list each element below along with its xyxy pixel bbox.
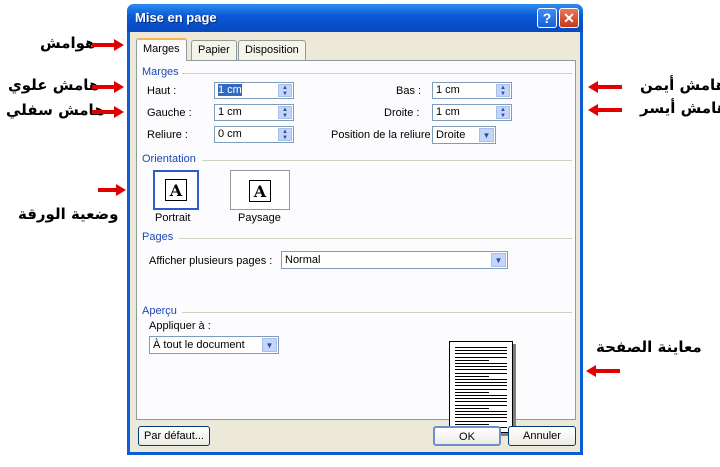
left-margin-spinner[interactable]: 1 cm ▲ ▼ [214, 104, 294, 121]
arrow-icon [92, 81, 124, 93]
annotation-right-margin: هامش أيمن [640, 76, 720, 94]
portrait-page-icon: A [165, 179, 187, 201]
annotation-left-margin: هامش أيسر [640, 99, 720, 117]
page-preview-thumbnail [449, 341, 513, 433]
preview-text-line [455, 417, 507, 419]
preview-text-line [455, 382, 507, 384]
tab-paper[interactable]: Papier [191, 40, 237, 60]
preview-text-line [455, 391, 489, 393]
portrait-label[interactable]: Portrait [155, 212, 190, 224]
annotation-margins: هوامش [40, 34, 96, 52]
preview-text-line [455, 353, 507, 355]
arrow-icon [92, 39, 124, 51]
preview-text-line [455, 398, 507, 400]
landscape-option[interactable]: A [230, 170, 290, 210]
gutter-position-value: Droite [436, 129, 466, 141]
tab-margins[interactable]: Marges [136, 38, 187, 61]
right-margin-spinner[interactable]: 1 cm ▲ ▼ [432, 104, 512, 121]
preview-text-line [455, 401, 507, 403]
chevron-down-icon[interactable]: ▼ [491, 253, 506, 267]
annotation-bottom-margin: هامش سفلي [6, 101, 105, 119]
left-margin-value: 1 cm [218, 106, 242, 118]
preview-text-line [455, 372, 507, 374]
right-margin-label: Droite : [384, 107, 420, 119]
preview-text-line [455, 420, 507, 422]
preview-text-line [455, 379, 507, 380]
preview-text-line [455, 423, 489, 425]
gutter-label: Reliure : [147, 129, 188, 141]
preview-text-line [455, 359, 489, 361]
portrait-option[interactable]: A [153, 170, 199, 210]
preview-text-line [455, 363, 507, 364]
top-margin-spinner[interactable]: 1 cm ▲ ▼ [214, 82, 294, 99]
bottom-margin-value: 1 cm [436, 84, 460, 96]
right-margin-value: 1 cm [436, 106, 460, 118]
landscape-label[interactable]: Paysage [238, 212, 281, 224]
annotation-orientation: وضعية الورقة [18, 205, 119, 223]
help-button[interactable]: ? [537, 8, 557, 28]
preview-text-line [455, 407, 489, 409]
spinner-arrows-icon[interactable]: ▲ ▼ [278, 128, 292, 141]
tab-layout[interactable]: Disposition [238, 40, 306, 60]
preview-text-line [455, 411, 507, 412]
arrow-icon [588, 104, 622, 116]
annotation-preview: معاينة الصفحة [596, 338, 702, 356]
annotation-top-margin: هامش علوي [8, 76, 100, 94]
section-orientation: Orientation [142, 153, 196, 165]
preview-text-line [455, 369, 507, 371]
cancel-button[interactable]: Annuler [508, 426, 576, 446]
arrow-icon [588, 81, 622, 93]
arrow-icon [98, 184, 126, 196]
bottom-margin-label: Bas : [396, 85, 422, 97]
section-margins: Marges [142, 66, 179, 78]
preview-text-line [455, 366, 507, 368]
preview-text-line [455, 347, 507, 348]
section-divider [202, 160, 572, 161]
chevron-down-icon[interactable]: ▼ [479, 128, 494, 142]
close-button[interactable]: ✕ [559, 8, 579, 28]
preview-text-line [455, 388, 507, 390]
preview-text-line [455, 414, 507, 416]
preview-text-line [455, 395, 507, 396]
multiple-pages-value: Normal [285, 254, 321, 266]
preview-text-line [455, 375, 489, 377]
landscape-page-icon: A [249, 180, 271, 202]
apply-to-value: À tout le document [153, 339, 245, 351]
section-divider [179, 238, 572, 239]
top-margin-value: 1 cm [218, 84, 242, 96]
apply-to-select[interactable]: À tout le document ▼ [149, 336, 279, 354]
title-bar[interactable]: Mise en page ? ✕ [127, 4, 583, 32]
section-divider [182, 312, 572, 313]
gutter-spinner[interactable]: 0 cm ▲ ▼ [214, 126, 294, 143]
ok-button[interactable]: OK [433, 426, 501, 446]
spinner-arrows-icon[interactable]: ▲ ▼ [278, 84, 292, 97]
arrow-icon [586, 365, 620, 377]
section-divider [182, 73, 572, 74]
gutter-position-select[interactable]: Droite ▼ [432, 126, 496, 144]
chevron-down-icon[interactable]: ▼ [262, 338, 277, 352]
dialog-title: Mise en page [135, 10, 217, 25]
preview-text-line [455, 385, 507, 387]
top-margin-label: Haut : [147, 85, 177, 97]
margins-panel: Marges Haut : 1 cm ▲ ▼ Gauche : 1 cm ▲ ▼ R… [136, 60, 576, 433]
spinner-arrows-icon[interactable]: ▲ ▼ [496, 84, 510, 97]
default-button[interactable]: Par défaut... [138, 426, 210, 446]
gutter-value: 0 cm [218, 128, 242, 140]
section-preview: Aperçu [142, 305, 177, 317]
bottom-margin-spinner[interactable]: 1 cm ▲ ▼ [432, 82, 512, 99]
dialog-body: Marges Papier Disposition Marges Haut : … [130, 32, 580, 452]
preview-text-line [455, 404, 507, 406]
left-margin-label: Gauche : [147, 107, 192, 119]
multiple-pages-select[interactable]: Normal ▼ [281, 251, 508, 269]
gutter-position-label: Position de la reliure : [331, 129, 437, 141]
page-setup-dialog: Mise en page ? ✕ Marges Papier Dispositi… [127, 4, 583, 455]
arrow-icon [92, 106, 124, 118]
spinner-arrows-icon[interactable]: ▲ ▼ [278, 106, 292, 119]
spinner-arrows-icon[interactable]: ▲ ▼ [496, 106, 510, 119]
multiple-pages-label: Afficher plusieurs pages : [149, 255, 273, 267]
preview-text-line [455, 350, 507, 352]
preview-text-line [455, 356, 507, 358]
section-pages: Pages [142, 231, 174, 243]
apply-to-label: Appliquer à : [149, 320, 211, 332]
